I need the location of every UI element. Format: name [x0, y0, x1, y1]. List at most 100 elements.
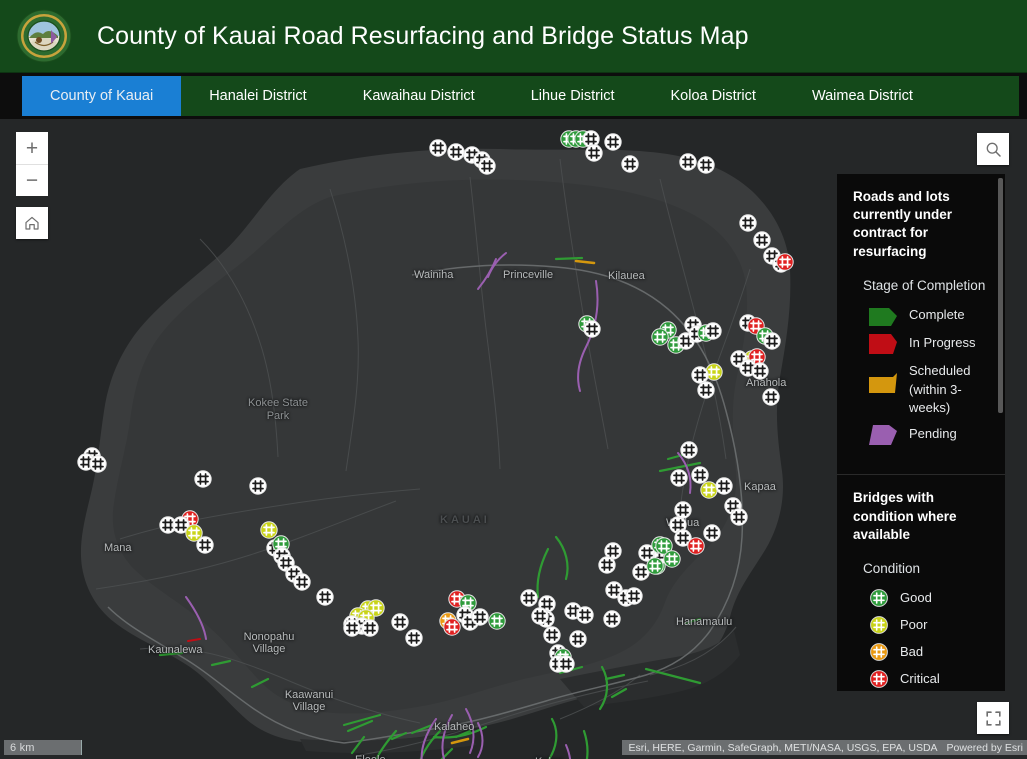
bridge-marker[interactable] — [776, 253, 794, 271]
legend-item-complete[interactable]: Complete — [869, 305, 991, 327]
bridge-marker[interactable] — [705, 363, 723, 381]
bridge-marker[interactable] — [249, 477, 267, 495]
bridge-marker[interactable] — [679, 153, 697, 171]
legend-item-good[interactable]: Good — [869, 588, 991, 608]
fullscreen-button[interactable] — [977, 702, 1009, 734]
bridge-marker[interactable] — [429, 139, 447, 157]
bridge-marker[interactable] — [405, 629, 423, 647]
bridge-marker[interactable] — [194, 470, 212, 488]
legend-label-complete: Complete — [909, 307, 965, 323]
map-canvas[interactable]: Wainiha Princeville Kilauea Anahola Kapa… — [0, 119, 1027, 759]
legend-label-scheduled: Scheduled (within 3-weeks) — [909, 363, 971, 415]
legend-bridges-title: Bridges with condition where available — [853, 490, 957, 542]
bridge-marker[interactable] — [697, 156, 715, 174]
legend-item-poor[interactable]: Poor — [869, 615, 991, 635]
powered-by-esri[interactable]: Powered by Esri — [947, 742, 1023, 754]
tab-kawaihau-district[interactable]: Kawaihau District — [334, 76, 503, 116]
scale-bar: 6 km — [4, 740, 82, 755]
bridge-marker[interactable] — [260, 521, 278, 539]
bridge-marker[interactable] — [471, 608, 489, 626]
bridge-bad-icon — [869, 642, 889, 662]
bridge-marker[interactable] — [478, 157, 496, 175]
bridge-marker[interactable] — [531, 607, 549, 625]
legend-scrollbar[interactable] — [998, 178, 1003, 413]
legend-bridges-subtitle: Condition — [863, 561, 921, 577]
page-title: County of Kauai Road Resurfacing and Bri… — [97, 21, 749, 50]
legend-item-pending[interactable]: Pending — [869, 424, 991, 446]
bridge-marker[interactable] — [703, 524, 721, 542]
bridge-marker[interactable] — [739, 214, 757, 232]
bridge-marker[interactable] — [576, 606, 594, 624]
road-swatch-scheduled-icon — [869, 373, 897, 394]
legend-item-in-progress[interactable]: In Progress — [869, 333, 991, 355]
bridge-marker[interactable] — [715, 477, 733, 495]
tab-county-of-kauai[interactable]: County of Kauai — [22, 76, 182, 116]
legend-label-bad: Bad — [900, 644, 924, 660]
bridge-marker[interactable] — [700, 481, 718, 499]
bridge-marker[interactable] — [196, 536, 214, 554]
district-tabbar: County of Kauai Hanalei District Kawaiha… — [0, 73, 1027, 119]
zoom-in-button[interactable]: + — [16, 132, 48, 164]
bridge-marker[interactable] — [585, 144, 603, 162]
bridge-marker[interactable] — [751, 362, 769, 380]
legend-item-scheduled[interactable]: Scheduled (within 3-weeks) — [869, 361, 991, 417]
bridge-marker[interactable] — [520, 589, 538, 607]
bridge-marker[interactable] — [447, 143, 465, 161]
bridge-marker[interactable] — [691, 366, 709, 384]
bridge-marker[interactable] — [488, 612, 506, 630]
search-button[interactable] — [977, 133, 1009, 165]
tab-koloa-district[interactable]: Koloa District — [642, 76, 784, 116]
legend-panel[interactable]: Roads and lots currently under contract … — [837, 174, 1005, 691]
legend-section-bridges: Bridges with condition where available C… — [837, 475, 1005, 691]
bridge-marker[interactable] — [603, 610, 621, 628]
bridge-marker[interactable] — [687, 537, 705, 555]
bridge-marker[interactable] — [674, 501, 692, 519]
bridge-marker[interactable] — [762, 388, 780, 406]
bridge-marker[interactable] — [651, 328, 669, 346]
bridge-critical-icon — [869, 669, 889, 689]
bridge-marker[interactable] — [361, 619, 379, 637]
bridge-marker[interactable] — [697, 381, 715, 399]
legend-section-roads: Roads and lots currently under contract … — [837, 174, 1005, 476]
bridge-marker[interactable] — [89, 455, 107, 473]
bridge-marker[interactable] — [583, 320, 601, 338]
bridge-marker[interactable] — [582, 130, 600, 148]
bridge-marker[interactable] — [316, 588, 334, 606]
bridge-marker[interactable] — [621, 155, 639, 173]
bridge-marker[interactable] — [670, 469, 688, 487]
tab-waimea-district[interactable]: Waimea District — [783, 76, 941, 116]
legend-roads-subtitle: Stage of Completion — [863, 277, 986, 293]
bridge-marker[interactable] — [730, 508, 748, 526]
bridge-marker[interactable] — [691, 466, 709, 484]
road-swatch-in-progress-icon — [869, 334, 897, 355]
bridge-marker[interactable] — [704, 322, 722, 340]
legend-item-bad[interactable]: Bad — [869, 642, 991, 662]
bridge-marker[interactable] — [569, 630, 587, 648]
bridge-marker[interactable] — [763, 332, 781, 350]
zoom-controls: + − — [16, 132, 48, 196]
legend-label-poor: Poor — [900, 617, 928, 633]
home-button[interactable] — [16, 207, 48, 239]
bridge-marker[interactable] — [680, 441, 698, 459]
bridge-marker[interactable] — [293, 573, 311, 591]
bridge-marker[interactable] — [753, 231, 771, 249]
tab-lihue-district[interactable]: Lihue District — [502, 76, 643, 116]
zoom-out-button[interactable]: − — [16, 164, 48, 196]
bridge-good-icon — [869, 588, 889, 608]
legend-item-critical[interactable]: Critical — [869, 669, 991, 689]
bridge-marker[interactable] — [543, 626, 561, 644]
legend-label-pending: Pending — [909, 426, 957, 442]
bridge-marker[interactable] — [646, 557, 664, 575]
bridge-marker[interactable] — [663, 550, 681, 568]
legend-label-critical: Critical — [900, 671, 940, 687]
bridge-marker[interactable] — [391, 613, 409, 631]
map-attribution: Esri, HERE, Garmin, SafeGraph, METI/NASA… — [622, 740, 1027, 755]
bridge-marker[interactable] — [557, 655, 575, 673]
bridge-marker[interactable] — [443, 618, 461, 636]
bridge-marker[interactable] — [604, 133, 622, 151]
bridge-marker[interactable] — [598, 556, 616, 574]
county-seal-logo — [13, 7, 75, 65]
bridge-marker[interactable] — [343, 619, 361, 637]
tab-hanalei-district[interactable]: Hanalei District — [181, 76, 335, 116]
bridge-marker[interactable] — [625, 587, 643, 605]
